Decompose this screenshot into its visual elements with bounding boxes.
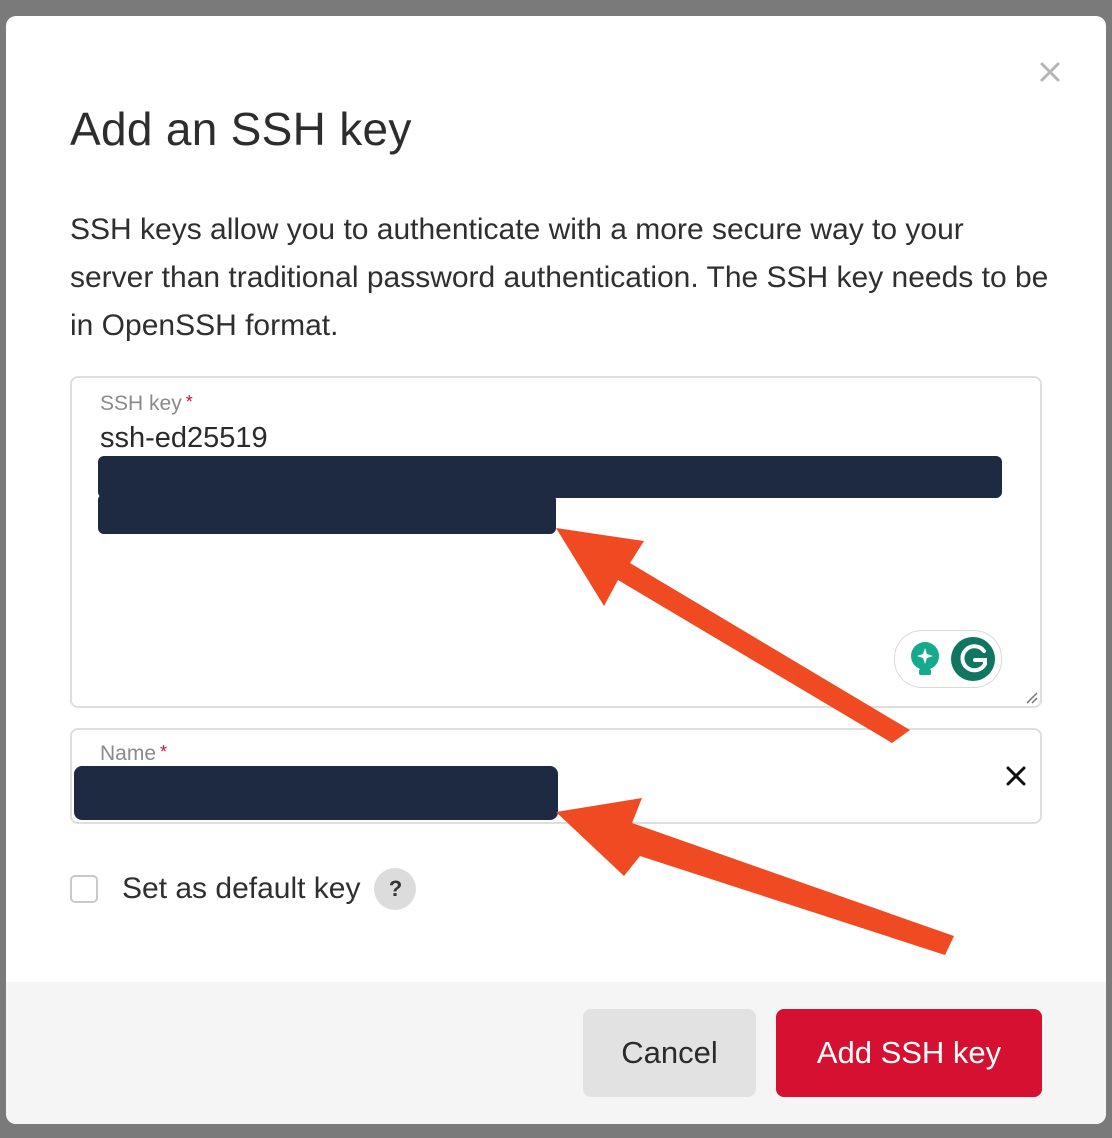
redacted-key-line-2 [98, 494, 556, 534]
ssh-key-value[interactable]: ssh-ed25519 [100, 422, 268, 455]
close-icon [1040, 62, 1060, 82]
grammarly-widget[interactable] [894, 630, 1002, 688]
clear-icon [1006, 766, 1026, 786]
dialog-description: SSH keys allow you to authenticate with … [70, 213, 1049, 342]
dialog-footer: Cancel Add SSH key [6, 982, 1106, 1124]
ssh-key-textarea[interactable]: SSH key * ssh-ed25519 [70, 376, 1042, 708]
name-input[interactable]: Name * [70, 728, 1042, 824]
add-ssh-key-button[interactable]: Add SSH key [776, 1009, 1042, 1097]
cancel-button[interactable]: Cancel [583, 1009, 756, 1097]
clear-name-button[interactable] [998, 758, 1034, 794]
grammarly-icon [951, 637, 995, 681]
close-button[interactable] [1032, 54, 1068, 90]
default-key-checkbox[interactable] [70, 875, 98, 903]
default-key-label[interactable]: Set as default key [122, 872, 360, 906]
name-label: Name * [100, 742, 168, 765]
lightbulb-icon [911, 642, 939, 675]
ssh-key-label: SSH key * [100, 392, 193, 415]
default-key-row: Set as default key ? [70, 864, 417, 914]
redacted-key-line-1 [98, 456, 1002, 498]
required-mark: * [185, 392, 193, 412]
dialog-title: Add an SSH key [70, 103, 412, 155]
redacted-name-value [74, 766, 558, 820]
help-icon[interactable]: ? [374, 868, 417, 910]
resize-handle-icon[interactable] [1024, 690, 1038, 704]
add-ssh-key-dialog: Add an SSH key SSH keys allow you to aut… [6, 16, 1106, 1124]
required-mark: * [160, 742, 168, 762]
